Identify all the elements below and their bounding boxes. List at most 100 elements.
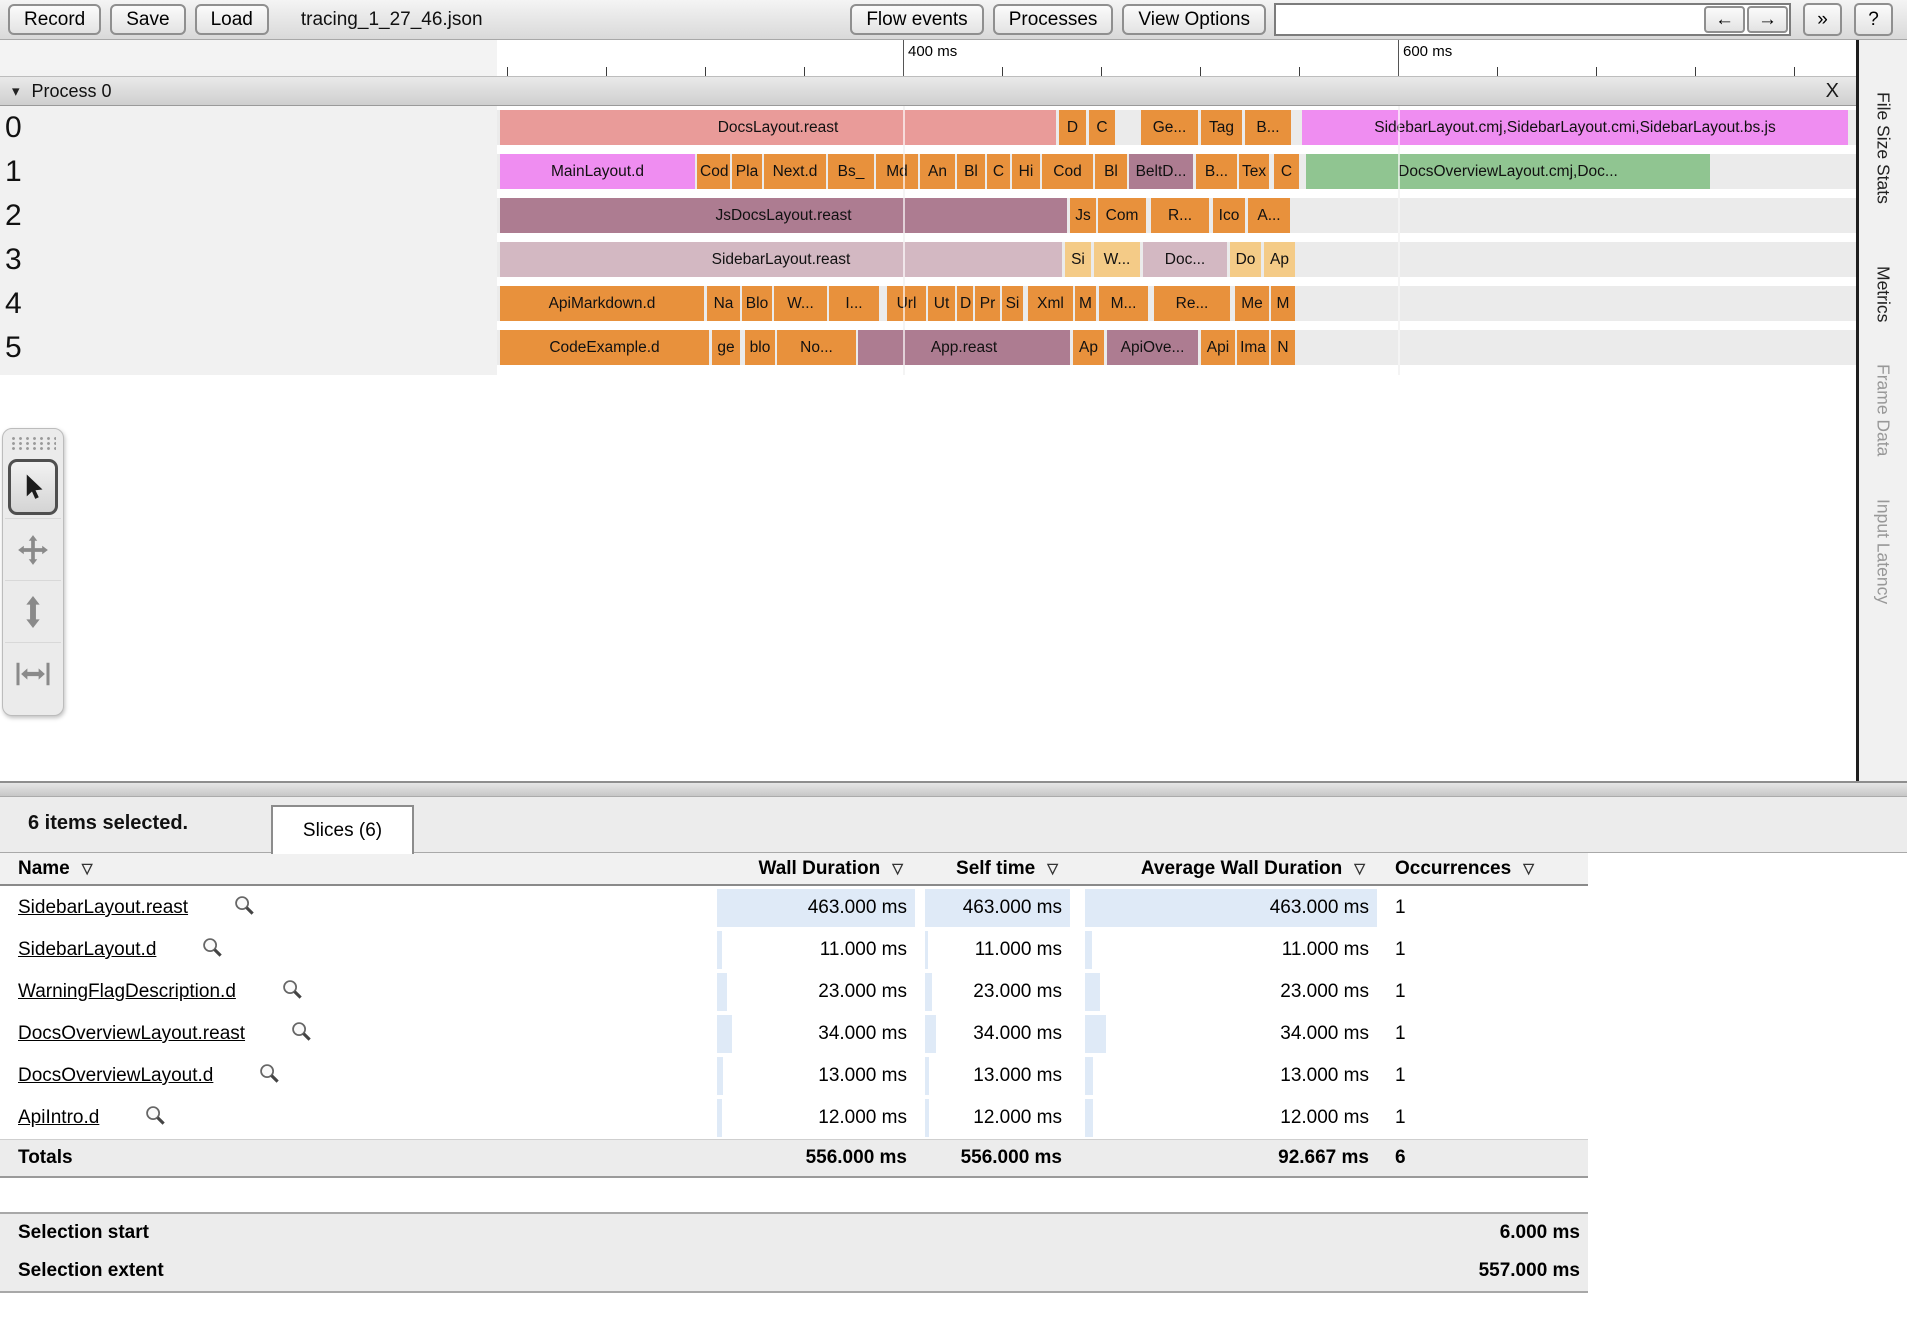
trace-slice[interactable]: Ge... [1141,110,1198,145]
slice-name-link[interactable]: DocsOverviewLayout.d [18,1065,213,1087]
trace-slice[interactable]: ge [712,330,740,365]
magnifier-icon[interactable] [144,1104,167,1133]
trace-slice[interactable]: Ima [1237,330,1269,365]
flow-events-button[interactable]: Flow events [850,4,984,35]
trace-slice[interactable]: N [1271,330,1295,365]
trace-slice[interactable]: ApiOve... [1107,330,1198,365]
trace-slice[interactable]: Cod [697,154,730,189]
trace-slice[interactable]: C [1274,154,1299,189]
trace-slice[interactable]: Re... [1154,286,1230,321]
column-header-wall-duration[interactable]: Wall Duration ▽ [717,853,915,884]
trace-slice[interactable]: R... [1151,198,1209,233]
trace-slice[interactable]: Tex [1239,154,1269,189]
trace-slice[interactable]: B... [1245,110,1291,145]
load-button[interactable]: Load [194,4,269,35]
trace-slice[interactable]: Blo [742,286,772,321]
trace-slice[interactable]: Ap [1264,242,1295,277]
palette-grip-handle[interactable] [10,436,56,452]
slice-name-link[interactable]: WarningFlagDescription.d [18,981,236,1003]
slice-name-link[interactable]: SidebarLayout.d [18,939,156,961]
trace-slice[interactable]: D [957,286,973,321]
timing-select-tool-button[interactable] [5,642,61,704]
tab-slices[interactable]: Slices (6) [271,805,414,854]
trace-slice[interactable]: C [1089,110,1115,145]
trace-slice[interactable]: I... [829,286,879,321]
magnifier-icon[interactable] [258,1062,281,1091]
trace-slice[interactable]: C [987,154,1010,189]
trace-slice[interactable]: Ap [1073,330,1104,365]
collapse-arrow-icon[interactable]: ▾ [12,82,20,100]
trace-slice[interactable]: Url [887,286,926,321]
sidebar-tab-input-latency[interactable]: Input Latency [1873,499,1894,604]
trace-slice[interactable]: Me [1235,286,1269,321]
trace-slice[interactable]: Na [707,286,740,321]
trace-slice[interactable]: Pr [975,286,1000,321]
sidebar-tab-metrics[interactable]: Metrics [1873,266,1894,322]
trace-slice[interactable]: Bs_ [828,154,874,189]
trace-slice[interactable]: Api [1201,330,1235,365]
help-button[interactable]: ? [1854,3,1893,36]
trace-slice[interactable]: W... [1094,242,1140,277]
trace-slice[interactable]: Si [1065,242,1091,277]
magnifier-icon[interactable] [233,894,256,923]
column-header-self-time[interactable]: Self time ▽ [925,853,1070,884]
find-next-button[interactable]: → [1747,6,1788,33]
trace-slice[interactable]: MainLayout.d [500,154,695,189]
panel-splitter[interactable] [0,781,1907,797]
column-header-occurrences[interactable]: Occurrences ▽ [1395,853,1585,884]
trace-slice[interactable]: Hi [1012,154,1040,189]
trace-slice[interactable]: Tag [1201,110,1242,145]
search-input[interactable] [1276,5,1703,34]
slice-name-link[interactable]: ApiIntro.d [18,1107,99,1129]
trace-slice[interactable]: Do [1230,242,1261,277]
trace-slice[interactable]: M [1271,286,1295,321]
trace-slice[interactable]: A... [1248,198,1290,233]
trace-slice[interactable]: Doc... [1143,242,1227,277]
magnifier-icon[interactable] [290,1020,313,1049]
more-options-button[interactable]: » [1803,3,1842,36]
magnifier-icon[interactable] [281,978,304,1007]
trace-slice[interactable]: DocsLayout.reast [500,110,1056,145]
trace-slice[interactable]: Com [1098,198,1146,233]
trace-slice[interactable]: CodeExample.d [500,330,709,365]
sidebar-tab-file-size-stats[interactable]: File Size Stats [1873,92,1894,204]
trace-slice[interactable]: App.reast [858,330,1070,365]
column-header-average-wall-duration[interactable]: Average Wall Duration ▽ [1085,853,1377,884]
trace-slice[interactable]: M [1075,286,1096,321]
trace-slice[interactable]: M... [1099,286,1148,321]
trace-slice[interactable]: D [1059,110,1086,145]
trace-slice[interactable]: No... [777,330,856,365]
find-previous-button[interactable]: ← [1704,6,1745,33]
magnifier-icon[interactable] [201,936,224,965]
trace-slice[interactable]: blo [745,330,775,365]
trace-slice[interactable]: Ut [928,286,955,321]
trace-slice[interactable]: Bl [1095,154,1127,189]
trace-slice[interactable]: DocsOverviewLayout.cmj,Doc... [1306,154,1710,189]
trace-slice[interactable]: B... [1196,154,1237,189]
column-header-name[interactable]: Name ▽ [18,853,93,884]
trace-slice[interactable]: Md [876,154,918,189]
trace-slice[interactable]: Pla [732,154,762,189]
trace-slice[interactable]: ApiMarkdown.d [500,286,704,321]
view-options-button[interactable]: View Options [1122,4,1266,35]
trace-slice[interactable]: An [920,154,955,189]
slice-name-link[interactable]: DocsOverviewLayout.reast [18,1023,245,1045]
trace-slice[interactable]: W... [774,286,827,321]
trace-slice[interactable]: BeltD... [1129,154,1193,189]
trace-slice[interactable]: Next.d [764,154,826,189]
save-button[interactable]: Save [110,4,186,35]
processes-button[interactable]: Processes [992,4,1114,35]
close-process-icon[interactable]: X [1826,80,1839,103]
slice-name-link[interactable]: SidebarLayout.reast [18,897,188,919]
trace-slice[interactable]: Xml [1028,286,1073,321]
pan-tool-button[interactable] [5,518,61,580]
sidebar-tab-frame-data[interactable]: Frame Data [1873,364,1894,456]
vertical-zoom-tool-button[interactable] [5,580,61,642]
trace-slice[interactable]: Cod [1042,154,1093,189]
selection-tool-button[interactable] [8,459,58,515]
trace-slice[interactable]: JsDocsLayout.reast [500,198,1067,233]
record-button[interactable]: Record [8,4,102,35]
trace-slice[interactable]: Ico [1213,198,1245,233]
trace-slice[interactable]: Js [1070,198,1096,233]
trace-slice[interactable]: SidebarLayout.reast [500,242,1062,277]
